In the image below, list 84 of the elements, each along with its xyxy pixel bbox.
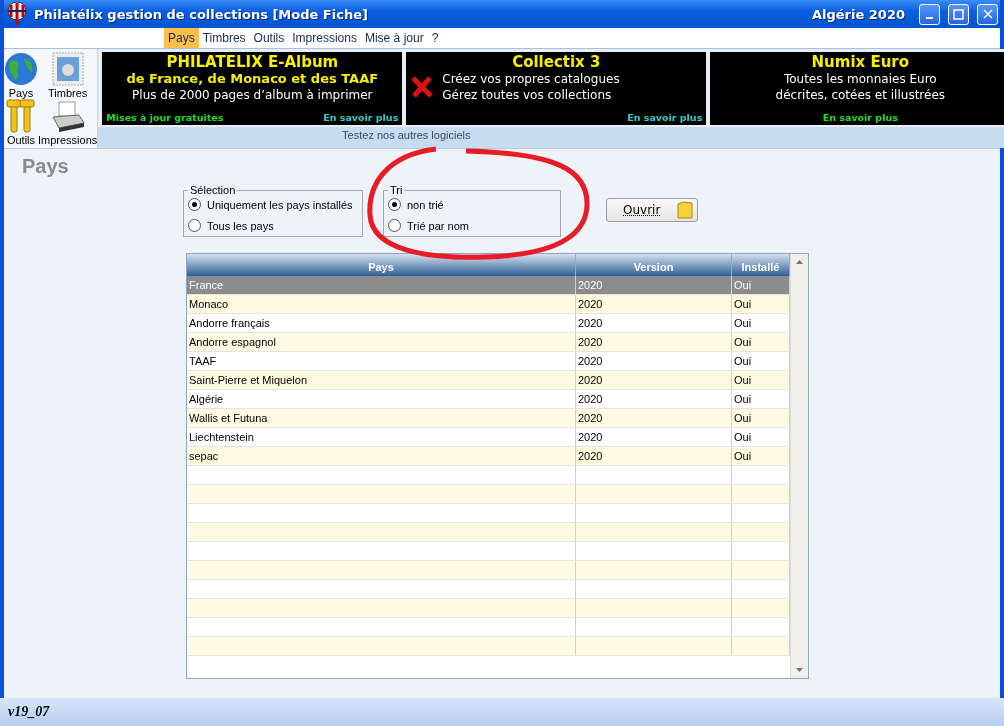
- toolbar-button[interactable]: Pays: [4, 51, 38, 99]
- table-cell: Andorre espagnol: [187, 333, 576, 351]
- radio-option[interactable]: Tous les pays: [188, 219, 358, 232]
- table-cell: TAAF: [187, 352, 576, 370]
- table-row[interactable]: Algérie 2020 Oui: [187, 390, 790, 409]
- table-cell: 2020: [576, 371, 732, 389]
- table-cell: Monaco: [187, 295, 576, 313]
- ad-text: Créez vos propres catalogues: [442, 71, 620, 87]
- table-cell: sepac: [187, 447, 576, 465]
- version-label: v19_07: [8, 704, 50, 720]
- ad-link[interactable]: En savoir plus: [627, 112, 703, 123]
- table-row[interactable]: Wallis et Futuna 2020 Oui: [187, 409, 790, 428]
- table-cell: Andorre français: [187, 314, 576, 332]
- toolbar-button[interactable]: Timbres: [38, 51, 98, 99]
- ad-text: Toutes les monnaies Euro: [783, 71, 937, 87]
- table-cell: 2020: [576, 352, 732, 370]
- table-cell: 2020: [576, 276, 732, 294]
- table-cell: Saint-Pierre et Miquelon: [187, 371, 576, 389]
- radio-button[interactable]: [188, 219, 201, 232]
- table-row[interactable]: Monaco 2020 Oui: [187, 295, 790, 314]
- window-title: Philatélix gestion de collections [Mode Fiche]: [34, 6, 369, 22]
- group-legend: Tri: [388, 184, 405, 196]
- ad-text: Gérez toutes vos collections: [442, 87, 613, 103]
- menu-item[interactable]: Impressions: [288, 28, 361, 48]
- close-icon: [982, 9, 993, 19]
- advertisement-banner[interactable]: Numix Euro Toutes les monnaies Euro décrites, cotées et illustrées En savoir plus: [710, 52, 1004, 125]
- ads-caption: Testez nos autres logiciels: [341, 128, 472, 141]
- group-legend: Sélection: [188, 184, 238, 196]
- table-row[interactable]: TAAF 2020 Oui: [187, 352, 790, 371]
- radio-option[interactable]: Trié par nom: [388, 219, 556, 232]
- table-cell: 2020: [576, 390, 732, 408]
- ad-title: Collectix 3: [512, 54, 601, 71]
- globe-icon: [4, 51, 38, 86]
- advertisement-banner[interactable]: PHILATELIX E-Album de France, de Monaco et des TAAF Plus de 2000 pages d’album à imprimer Mises à jour gratuites En savoir plus: [102, 52, 403, 125]
- ad-title: PHILATELIX E-Album: [166, 54, 339, 71]
- menu-item[interactable]: Pays: [164, 28, 199, 48]
- minimize-icon: [926, 17, 933, 19]
- table-cell: 2020: [576, 295, 732, 313]
- table-cell: 2020: [576, 409, 732, 427]
- table-row[interactable]: Liechtenstein 2020 Oui: [187, 428, 790, 447]
- folder-icon: [677, 201, 693, 219]
- ad-title: Numix Euro: [811, 54, 910, 71]
- table-row[interactable]: sepac 2020 Oui: [187, 447, 790, 466]
- table-row[interactable]: Andorre français 2020 Oui: [187, 314, 790, 333]
- table-cell: 2020: [576, 447, 732, 465]
- toolbar-button[interactable]: Outils: [4, 98, 38, 146]
- close-button[interactable]: [977, 3, 998, 25]
- ad-text: Plus de 2000 pages d’album à imprimer: [132, 87, 373, 103]
- ad-note: Mises à jour gratuites: [106, 112, 224, 123]
- menu-item[interactable]: Timbres: [198, 28, 250, 48]
- radio-button[interactable]: [188, 198, 201, 211]
- table-cell: France: [187, 276, 576, 294]
- table-cell: Algérie: [187, 390, 576, 408]
- page-title: Pays: [22, 155, 69, 178]
- table-row[interactable]: Andorre espagnol 2020 Oui: [187, 333, 790, 352]
- menu-item[interactable]: Outils: [249, 28, 289, 48]
- table-cell: 2020: [576, 314, 732, 332]
- ad-link[interactable]: En savoir plus: [323, 112, 399, 123]
- table-cell: Liechtenstein: [187, 428, 576, 446]
- app-logo-icon: [6, 1, 28, 27]
- radio-button[interactable]: [388, 198, 401, 211]
- advertisement-banner[interactable]: Collectix 3 Créez vos propres catalogues Gérez toutes vos collections En savoir plus: [406, 52, 707, 125]
- scrollbar[interactable]: [790, 254, 808, 678]
- table-cell: 2020: [576, 333, 732, 351]
- table-row[interactable]: Saint-Pierre et Miquelon 2020 Oui: [187, 371, 790, 390]
- stamp-icon: [51, 51, 84, 86]
- ad-text: décrites, cotées et illustrées: [775, 87, 946, 103]
- radio-option[interactable]: non trié: [388, 198, 556, 211]
- radio-option[interactable]: Uniquement les pays installés: [188, 198, 358, 211]
- minimize-button[interactable]: [919, 3, 940, 25]
- maximize-button[interactable]: [948, 3, 969, 25]
- menu-item[interactable]: ?: [427, 28, 443, 48]
- ad-subtitle: de France, de Monaco et des TAAF: [126, 71, 379, 87]
- menu-item[interactable]: Mise à jour: [360, 28, 428, 48]
- ad-link[interactable]: En savoir plus: [822, 112, 898, 123]
- current-collection: Algérie 2020: [811, 6, 905, 22]
- maximize-icon: [953, 8, 964, 20]
- printer-icon: [50, 101, 85, 133]
- open-button[interactable]: Ouvrir: [606, 198, 698, 222]
- table-cell: 2020: [576, 428, 732, 446]
- table-cell: Wallis et Futuna: [187, 409, 576, 427]
- radio-button[interactable]: [388, 219, 401, 232]
- tools-icon: [6, 99, 36, 133]
- toolbar-button[interactable]: Impressions: [38, 98, 98, 146]
